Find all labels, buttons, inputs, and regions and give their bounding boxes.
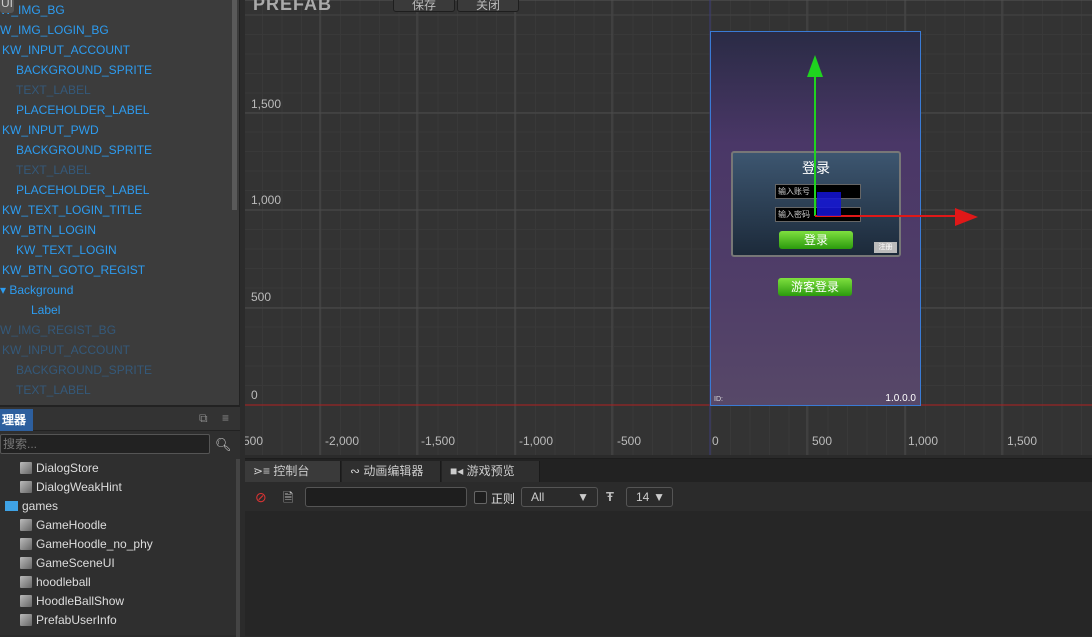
close-button[interactable]: 关闭 xyxy=(457,0,519,12)
x-tick-label: 1,500 xyxy=(1007,434,1038,448)
animation-icon: ∾ xyxy=(350,464,364,478)
hierarchy-node[interactable]: TEXT_LABEL xyxy=(0,380,239,400)
prefab-icon xyxy=(20,614,32,626)
hierarchy-node[interactable]: W_IMG_BG xyxy=(0,0,239,20)
hierarchy-node[interactable]: KW_INPUT_ACCOUNT xyxy=(0,340,239,360)
chevron-down-icon: ▼ xyxy=(577,490,589,504)
y-tick-label: 0 xyxy=(251,388,258,402)
hierarchy-node[interactable]: BACKGROUND_SPRITE xyxy=(0,360,239,380)
hierarchy-node[interactable]: W_IMG_LOGIN_BG xyxy=(0,20,239,40)
hierarchy-node[interactable]: BACKGROUND_SPRITE xyxy=(0,60,239,80)
tab-game-preview[interactable]: ■◂ 游戏预览 xyxy=(442,461,540,482)
prefab-icon xyxy=(20,519,32,531)
asset-item[interactable]: PrefabUserInfo xyxy=(0,611,235,630)
console-log-area xyxy=(245,511,1092,636)
menu-icon[interactable]: ≡ xyxy=(222,411,229,425)
hierarchy-node[interactable]: W_IMG_REGIST_BG xyxy=(0,320,239,340)
regex-label: 正则 xyxy=(491,492,516,506)
asset-item[interactable]: hoodleball xyxy=(0,573,235,592)
x-tick-label: -2,000 xyxy=(325,434,360,448)
font-size-icon: Ŧ xyxy=(606,489,614,504)
x-tick-label: -1,000 xyxy=(519,434,554,448)
tab-assets[interactable]: 理器 xyxy=(0,409,33,431)
console-filter-input[interactable] xyxy=(305,487,467,507)
hierarchy-node[interactable]: TEXT_LABEL xyxy=(0,80,239,100)
prefab-icon xyxy=(20,576,32,588)
x-tick-label: 1,000 xyxy=(908,434,939,448)
asset-item[interactable]: GameHoodle xyxy=(0,516,235,535)
hierarchy-node[interactable]: BACKGROUND_SPRITE xyxy=(0,140,239,160)
x-tick-label: 500 xyxy=(812,434,833,448)
password-input[interactable]: 输入密码 xyxy=(775,207,861,222)
x-tick-label: -1,500 xyxy=(421,434,456,448)
clear-icon[interactable]: ⊘ xyxy=(255,489,267,506)
camera-icon: ■◂ xyxy=(450,464,467,478)
prefab-icon xyxy=(20,538,32,550)
login-button[interactable]: 登录 xyxy=(779,231,853,249)
y-tick-label: 1,500 xyxy=(251,97,282,111)
asset-item[interactable]: DialogStore xyxy=(0,459,235,478)
console-panel: ⋗≡ 控制台 ∾ 动画编辑器 ■◂ 游戏预览 ⊘ 🗎︎ 正则 All ▼ Ŧ 14… xyxy=(245,458,1092,636)
scene-view[interactable]: PREFAB 保存 关闭 1,500 1,000 500 0 -2,500 -2,000 -… xyxy=(245,0,1092,455)
x-tick-label: 0 xyxy=(712,434,719,448)
font-size-select[interactable]: 14 ▼ xyxy=(626,487,673,507)
hierarchy-node[interactable]: Label xyxy=(0,300,239,320)
save-button[interactable]: 保存 xyxy=(393,0,455,12)
chevron-down-icon: ▼ xyxy=(653,490,665,504)
prefab-icon xyxy=(20,557,32,569)
hierarchy-node[interactable]: UI xyxy=(0,0,14,13)
hierarchy-node[interactable]: PLACEHOLDER_LABEL xyxy=(0,180,239,200)
x-tick-label: -500 xyxy=(617,434,642,448)
y-tick-label: 500 xyxy=(251,290,272,304)
asset-item[interactable]: DialogWeakHint xyxy=(0,478,235,497)
scene-grid xyxy=(245,0,1092,455)
search-icon[interactable]: 🔍︎ xyxy=(215,437,232,453)
asset-item[interactable]: GameSceneUI xyxy=(0,554,235,573)
hierarchy-node[interactable]: KW_TEXT_LOGIN_TITLE xyxy=(0,200,239,220)
log-file-icon[interactable]: 🗎︎ xyxy=(283,489,293,511)
prefab-icon xyxy=(20,462,32,474)
prefab-icon xyxy=(20,481,32,493)
hierarchy-node[interactable]: TEXT_LABEL xyxy=(0,160,239,180)
regist-button[interactable]: 注册 xyxy=(874,242,897,253)
popout-icon[interactable]: ⧉ xyxy=(199,411,208,426)
hierarchy-panel: UI W_IMG_BG W_IMG_LOGIN_BG KW_INPUT_ACCOUNT… xyxy=(0,0,240,405)
y-tick-label: 1,000 xyxy=(251,193,282,207)
hierarchy-node[interactable]: PLACEHOLDER_LABEL xyxy=(0,100,239,120)
account-input[interactable]: 输入账号 xyxy=(775,184,861,199)
asset-item[interactable]: HoodleBallShow xyxy=(0,592,235,611)
game-canvas[interactable]: 登录 输入账号 输入密码 登录 注册 游客登录 ID: 1.0.0.0 xyxy=(710,31,921,406)
assets-panel: 理器 ⧉ ≡ 搜索... 🔍︎ DialogStore DialogWeakHin… xyxy=(0,405,240,637)
prefab-icon xyxy=(20,595,32,607)
login-panel: 登录 输入账号 输入密码 登录 注册 xyxy=(731,151,901,257)
id-label: ID: xyxy=(714,396,723,403)
version-label: 1.0.0.0 xyxy=(885,393,916,404)
hierarchy-node[interactable]: KW_INPUT_ACCOUNT xyxy=(0,40,239,60)
guest-login-button[interactable]: 游客登录 xyxy=(778,278,852,296)
login-title: 登录 xyxy=(802,160,830,176)
assets-scrollbar[interactable] xyxy=(236,459,240,637)
hierarchy-node[interactable]: KW_BTN_GOTO_REGIST xyxy=(0,260,239,280)
assets-search-input[interactable]: 搜索... xyxy=(0,434,210,454)
tab-animation-editor[interactable]: ∾ 动画编辑器 xyxy=(342,461,441,482)
hierarchy-node[interactable]: KW_BTN_LOGIN xyxy=(0,220,239,240)
regex-checkbox[interactable] xyxy=(474,491,487,504)
x-tick-label: -2,500 xyxy=(245,434,264,448)
tab-console[interactable]: ⋗≡ 控制台 xyxy=(245,461,341,482)
hierarchy-scrollbar[interactable] xyxy=(232,0,237,210)
asset-item[interactable]: GameHoodle_no_phy xyxy=(0,535,235,554)
hierarchy-node[interactable]: KW_TEXT_LOGIN xyxy=(0,240,239,260)
asset-item[interactable]: games xyxy=(0,497,235,516)
hierarchy-node[interactable]: KW_INPUT_PWD xyxy=(0,120,239,140)
hierarchy-node[interactable]: ▾ Background xyxy=(0,280,239,300)
folder-icon xyxy=(5,501,18,511)
console-icon: ⋗≡ xyxy=(253,464,274,478)
prefab-mode-label: PREFAB xyxy=(253,0,333,14)
log-level-select[interactable]: All ▼ xyxy=(521,487,598,507)
